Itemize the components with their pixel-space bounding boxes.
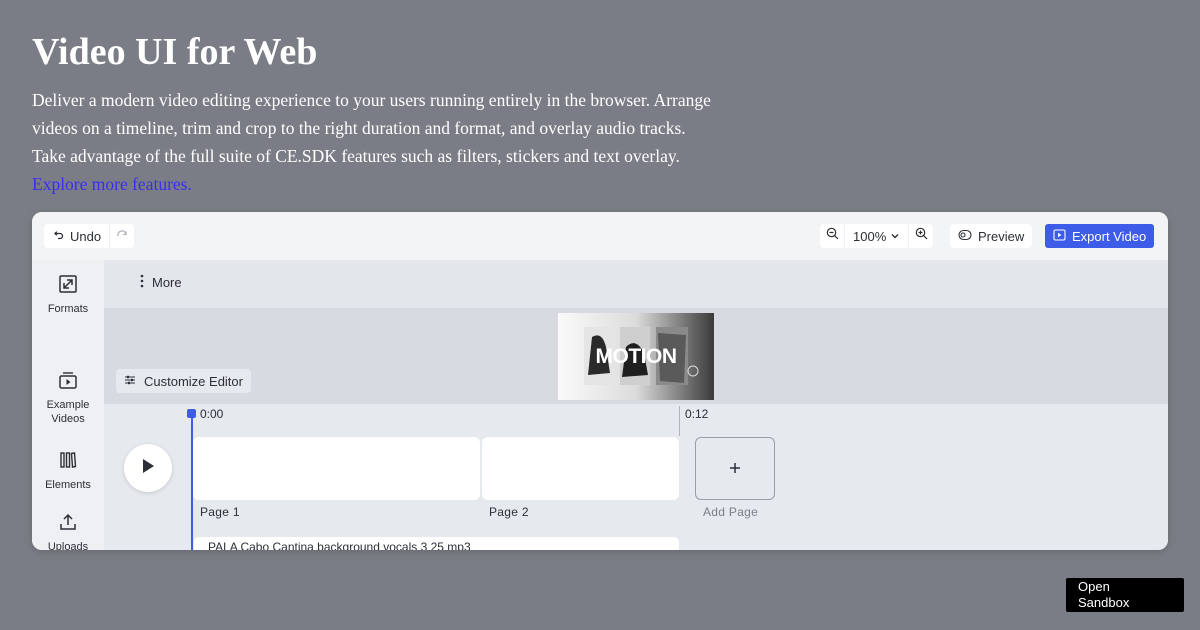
export-video-icon <box>1053 228 1066 244</box>
playhead-handle[interactable] <box>187 409 196 418</box>
export-video-button[interactable]: Export Video <box>1045 224 1155 248</box>
play-icon <box>141 458 155 479</box>
sliders-icon <box>124 374 136 389</box>
audio-track-name: PALA Cabo Cantina background vocals 3 25… <box>208 540 471 550</box>
zoom-out-icon <box>826 227 839 245</box>
customize-label: Customize Editor <box>144 373 243 389</box>
audio-track-clip[interactable]: PALA Cabo Cantina background vocals 3 25… <box>194 537 679 550</box>
plus-icon <box>729 457 741 480</box>
zoom-out-button[interactable] <box>820 224 844 248</box>
undo-icon <box>52 229 64 244</box>
upload-icon <box>58 512 78 536</box>
more-button[interactable]: More <box>140 274 182 291</box>
add-page-button[interactable] <box>695 437 775 500</box>
redo-button[interactable] <box>109 224 134 248</box>
zoom-select[interactable]: 100% <box>844 224 910 248</box>
sidebar-item-formats[interactable]: Formats <box>32 274 104 316</box>
add-page-label: Add Page <box>703 505 759 519</box>
more-vertical-icon <box>140 274 144 291</box>
timeline-end-time: 0:12 <box>685 407 709 421</box>
page-clip-2[interactable] <box>482 437 679 500</box>
page-clip-1[interactable] <box>193 437 480 500</box>
undo-redo-group: Undo <box>44 224 135 248</box>
canvas-area: Customize Editor MOTION <box>104 308 1168 404</box>
sidebar-item-label: Elements <box>45 479 91 491</box>
zoom-in-button[interactable] <box>909 224 933 248</box>
preview-button[interactable]: Preview <box>950 224 1033 248</box>
sidebar-item-label: Uploads <box>47 541 89 550</box>
undo-label: Undo <box>70 228 102 244</box>
zoom-value: 100% <box>853 228 887 244</box>
preview-label: Preview <box>978 228 1025 244</box>
page-title: Video UI for Web <box>32 31 318 73</box>
more-label: More <box>152 275 182 290</box>
sidebar-item-uploads[interactable]: Uploads <box>32 512 104 550</box>
page-label: Page 1 <box>200 505 240 519</box>
editor-sidebar: Formats Example Videos Elements Uploads <box>32 260 104 550</box>
thumbnail-text: MOTION <box>596 345 677 368</box>
hero-description-line: videos on a timeline, trim and crop to t… <box>32 118 686 138</box>
eye-icon <box>958 229 972 244</box>
sandbox-label-line: Open <box>1078 579 1110 594</box>
hero-description-line: Deliver a modern video editing experienc… <box>32 90 711 110</box>
video-library-icon <box>58 356 78 394</box>
export-label: Export Video <box>1072 228 1147 244</box>
video-editor: Undo 100% Preview Export Video Formats E… <box>32 212 1168 550</box>
formats-icon <box>58 274 78 298</box>
play-button[interactable] <box>124 444 172 492</box>
timeline-end-marker <box>679 406 680 436</box>
zoom-controls: 100% <box>820 224 934 248</box>
timeline-start-time: 0:00 <box>200 407 224 421</box>
open-sandbox-button[interactable]: Open Sandbox <box>1066 578 1184 612</box>
sidebar-item-label: Example Videos <box>46 399 90 425</box>
sidebar-item-elements[interactable]: Elements <box>32 450 104 492</box>
sidebar-item-label: Formats <box>47 303 89 315</box>
sidebar-item-example-videos[interactable]: Example Videos <box>32 356 104 426</box>
elements-icon <box>58 450 78 474</box>
timeline: 0:00 0:12 Page 1 Page 2 Add Page PALA Ca… <box>104 404 1168 550</box>
editor-toolbar: Undo 100% Preview Export Video <box>32 212 1168 260</box>
chevron-down-icon <box>890 229 900 244</box>
page-label: Page 2 <box>489 505 529 519</box>
hero-description: Deliver a modern video editing experienc… <box>32 86 772 198</box>
video-thumbnail[interactable]: MOTION <box>558 313 714 400</box>
canvas-subbar: More <box>104 260 1168 308</box>
hero-description-line: Take advantage of the full suite of CE.S… <box>32 146 680 166</box>
playhead[interactable] <box>191 410 193 550</box>
explore-features-link[interactable]: Explore more features. <box>32 170 772 198</box>
redo-icon <box>116 227 128 245</box>
zoom-in-icon <box>915 227 928 245</box>
customize-editor-button[interactable]: Customize Editor <box>116 369 251 393</box>
undo-button[interactable]: Undo <box>44 224 109 248</box>
sandbox-label-line: Sandbox <box>1078 595 1130 610</box>
